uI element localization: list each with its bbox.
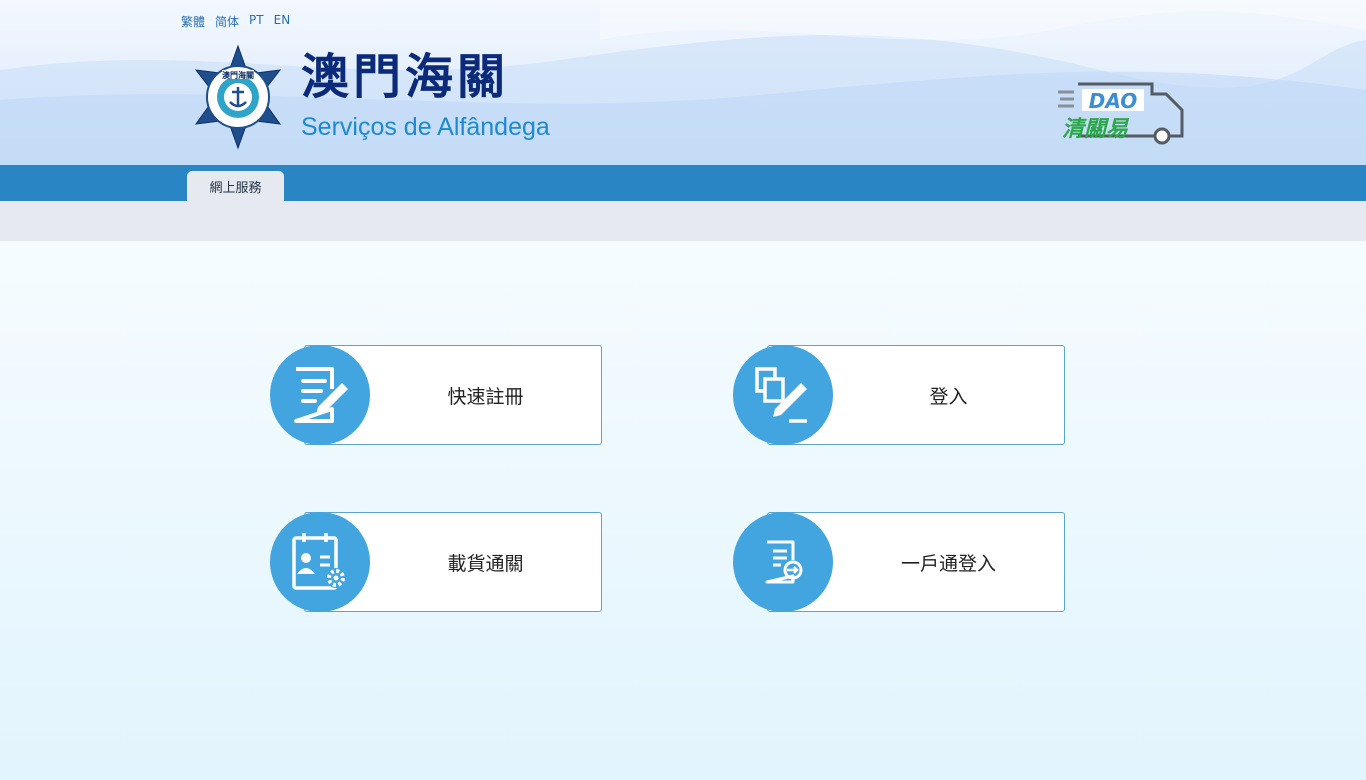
one-account-login-button[interactable]: 一戶通登入	[733, 512, 1065, 612]
main-content: 快速註冊 登入 載貨通關 一戶通登入	[0, 241, 1366, 780]
lang-english[interactable]: EN	[274, 13, 291, 30]
sub-navbar	[0, 201, 1366, 241]
tab-online-services[interactable]: 網上服務	[187, 171, 284, 201]
register-form-icon	[270, 345, 370, 445]
quick-register-label: 快速註冊	[447, 385, 524, 408]
lang-portuguese[interactable]: PT	[249, 13, 264, 30]
main-navbar: 網上服務	[0, 165, 1366, 201]
quick-register-button[interactable]: 快速註冊	[270, 345, 602, 445]
svg-text:清關易: 清關易	[1062, 117, 1130, 142]
lang-traditional-chinese[interactable]: 繁體	[181, 13, 205, 30]
site-title-chinese: 澳門海關	[301, 49, 510, 105]
login-button[interactable]: 登入	[733, 345, 1065, 445]
one-account-login-label: 一戶通登入	[900, 552, 996, 575]
lang-simplified-chinese[interactable]: 简体	[215, 13, 239, 30]
language-switcher: 繁體 简体 PT EN	[181, 13, 290, 30]
cargo-clearance-button[interactable]: 載貨通關	[270, 512, 602, 612]
login-label: 登入	[929, 385, 968, 408]
cargo-clearance-label: 載貨通關	[447, 552, 524, 575]
one-account-login-icon	[733, 512, 833, 612]
login-edit-icon	[733, 345, 833, 445]
svg-text:澳門海關: 澳門海關	[222, 70, 254, 80]
header: 繁體 简体 PT EN 澳門海關 澳門海關 Serviços de Alfând…	[0, 0, 1366, 165]
cargo-clearance-icon	[270, 512, 370, 612]
customs-emblem-logo[interactable]: 澳門海關	[190, 44, 286, 150]
svg-text:DAO: DAO	[1089, 89, 1137, 113]
dao-clearance-logo[interactable]: DAO 清關易	[1056, 80, 1188, 146]
site-title-portuguese: Serviços de Alfândega	[301, 113, 550, 141]
